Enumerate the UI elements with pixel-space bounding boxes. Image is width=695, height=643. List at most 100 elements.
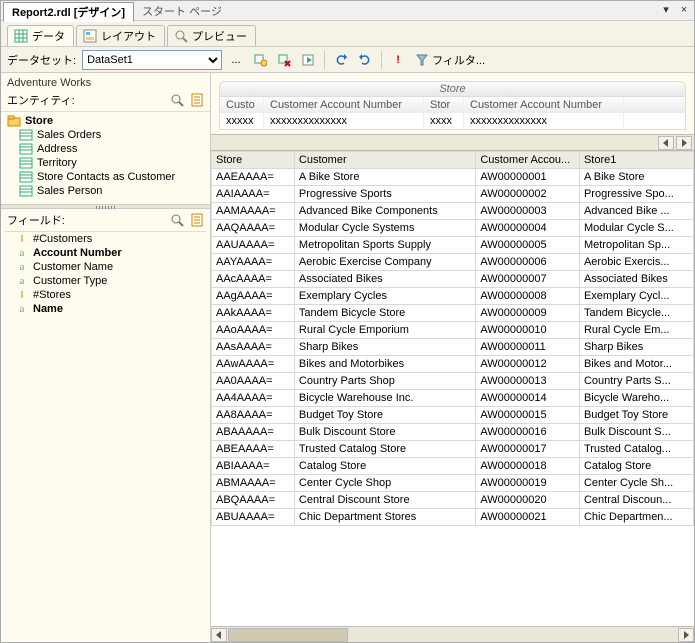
table-row[interactable]: ABUAAAA=Chic Department StoresAW00000021… bbox=[212, 509, 694, 526]
tree-item-label: Store Contacts as Customer bbox=[37, 171, 175, 183]
tab-preview[interactable]: プレビュー bbox=[167, 25, 256, 46]
field-account-number[interactable]: aAccount Number bbox=[5, 246, 206, 260]
close-tab-button[interactable]: × bbox=[676, 3, 692, 19]
tab-layout[interactable]: レイアウト bbox=[76, 25, 165, 46]
table-cell: AAoAAAA= bbox=[212, 322, 295, 339]
table-cell: Catalog Store bbox=[579, 458, 693, 475]
dataset-edit-button[interactable]: ... bbox=[226, 50, 246, 70]
table-row[interactable]: AAcAAAA=Associated BikesAW00000007Associ… bbox=[212, 271, 694, 288]
table-row[interactable]: AAIAAAA=Progressive SportsAW00000002Prog… bbox=[212, 186, 694, 203]
tree-item-territory[interactable]: Territory bbox=[5, 156, 206, 170]
table-row[interactable]: AAgAAAA=Exemplary CyclesAW00000008Exempl… bbox=[212, 288, 694, 305]
tab-data[interactable]: データ bbox=[7, 25, 74, 46]
fields-panel: フィールド: #CustomersaAccount NumberaCustome… bbox=[1, 209, 210, 642]
grid-scroll-left[interactable] bbox=[658, 136, 674, 150]
horizontal-scrollbar[interactable] bbox=[211, 626, 694, 642]
delete-dataset-button[interactable] bbox=[274, 50, 294, 70]
fields-search-button[interactable] bbox=[170, 213, 184, 227]
table-row[interactable]: AAUAAAA=Metropolitan Sports SupplyAW0000… bbox=[212, 237, 694, 254]
tree-item-sales-orders[interactable]: Sales Orders bbox=[5, 128, 206, 142]
qd-cell-custo[interactable]: xxxxx bbox=[220, 113, 264, 129]
delete-icon bbox=[277, 53, 291, 67]
table-row[interactable]: ABAAAAA=Bulk Discount StoreAW00000016Bul… bbox=[212, 424, 694, 441]
redo-button[interactable] bbox=[355, 50, 375, 70]
query-design-header-row: Custo Customer Account Number Stor Custo… bbox=[220, 97, 685, 113]
grid-scroll-right[interactable] bbox=[676, 136, 692, 150]
table-row[interactable]: AAYAAAA=Aerobic Exercise CompanyAW000000… bbox=[212, 254, 694, 271]
qd-head-can[interactable]: Customer Account Number bbox=[264, 97, 424, 113]
column-header[interactable]: Store bbox=[212, 152, 295, 169]
qd-cell-stor[interactable]: xxxx bbox=[424, 113, 464, 129]
hscroll-right[interactable] bbox=[678, 628, 694, 642]
table-row[interactable]: AAwAAAA=Bikes and MotorbikesAW00000012Bi… bbox=[212, 356, 694, 373]
table-cell: Chic Departmen... bbox=[579, 509, 693, 526]
hscroll-left[interactable] bbox=[211, 628, 227, 642]
entity-search-button[interactable] bbox=[170, 93, 184, 107]
field-name[interactable]: aName bbox=[5, 302, 206, 316]
table-row[interactable]: AA0AAAA=Country Parts ShopAW00000013Coun… bbox=[212, 373, 694, 390]
table-cell: Progressive Sports bbox=[294, 186, 475, 203]
entity-tree[interactable]: StoreSales OrdersAddressTerritoryStore C… bbox=[1, 112, 210, 204]
document-tab-start[interactable]: スタート ページ bbox=[134, 2, 230, 20]
table-row[interactable]: AA4AAAA=Bicycle Warehouse Inc.AW00000014… bbox=[212, 390, 694, 407]
table-row[interactable]: AAkAAAA=Tandem Bicycle StoreAW00000009Ta… bbox=[212, 305, 694, 322]
results-grid[interactable]: StoreCustomerCustomer Accou...Store1 AAE… bbox=[211, 151, 694, 626]
tree-item-sales-person[interactable]: Sales Person bbox=[5, 184, 206, 198]
undo-button[interactable] bbox=[331, 50, 351, 70]
table-cell: Tandem Bicycle Store bbox=[294, 305, 475, 322]
qd-head-custo[interactable]: Custo bbox=[220, 97, 264, 113]
tree-item-address[interactable]: Address bbox=[5, 142, 206, 156]
column-header[interactable]: Customer bbox=[294, 152, 475, 169]
field--stores[interactable]: #Stores bbox=[5, 288, 206, 302]
refresh-fields-button[interactable] bbox=[250, 50, 270, 70]
triangle-left-icon bbox=[215, 631, 223, 639]
table-row[interactable]: AA8AAAA=Budget Toy StoreAW00000015Budget… bbox=[212, 407, 694, 424]
table-row[interactable]: ABEAAAA=Trusted Catalog StoreAW00000017T… bbox=[212, 441, 694, 458]
tree-item-store[interactable]: Store bbox=[5, 114, 206, 128]
horizontal-splitter[interactable] bbox=[1, 204, 210, 209]
field-customer-name[interactable]: aCustomer Name bbox=[5, 260, 206, 274]
query-design-grid: Custo Customer Account Number Stor Custo… bbox=[219, 97, 686, 130]
filter-button[interactable]: フィルタ... bbox=[412, 50, 489, 70]
undo-icon bbox=[334, 53, 348, 67]
table-cell: AW00000014 bbox=[476, 390, 580, 407]
field--customers[interactable]: #Customers bbox=[5, 232, 206, 246]
table-cell: Bicycle Wareho... bbox=[579, 390, 693, 407]
column-header[interactable]: Customer Accou... bbox=[476, 152, 580, 169]
run-button[interactable]: ! bbox=[388, 50, 408, 70]
table-cell: Associated Bikes bbox=[579, 271, 693, 288]
table-cell: Advanced Bike ... bbox=[579, 203, 693, 220]
tab-dropdown-button[interactable]: ▾ bbox=[658, 3, 674, 19]
sheet-icon bbox=[190, 213, 204, 227]
generic-tool-button[interactable] bbox=[298, 50, 318, 70]
table-cell: AW00000003 bbox=[476, 203, 580, 220]
table-row[interactable]: AAEAAAA=A Bike StoreAW00000001A Bike Sto… bbox=[212, 169, 694, 186]
table-row[interactable]: AAoAAAA=Rural Cycle EmporiumAW00000010Ru… bbox=[212, 322, 694, 339]
table-row[interactable]: AAMAAAA=Advanced Bike ComponentsAW000000… bbox=[212, 203, 694, 220]
fields-list[interactable]: #CustomersaAccount NumberaCustomer Namea… bbox=[5, 232, 206, 316]
document-tab-active[interactable]: Report2.rdl [デザイン] bbox=[3, 2, 134, 22]
tree-item-store-contacts-as-customer[interactable]: Store Contacts as Customer bbox=[5, 170, 206, 184]
table-row[interactable]: AAQAAAA=Modular Cycle SystemsAW00000004M… bbox=[212, 220, 694, 237]
table-row[interactable]: ABIAAAA=Catalog StoreAW00000018Catalog S… bbox=[212, 458, 694, 475]
table-icon bbox=[19, 129, 33, 141]
qd-head-stor[interactable]: Stor bbox=[424, 97, 464, 113]
qd-cell-can[interactable]: xxxxxxxxxxxxxx bbox=[264, 113, 424, 129]
table-cell: AW00000007 bbox=[476, 271, 580, 288]
entity-options-button[interactable] bbox=[190, 93, 204, 107]
table-row[interactable]: ABQAAAA=Central Discount StoreAW00000020… bbox=[212, 492, 694, 509]
table-cell: AW00000002 bbox=[476, 186, 580, 203]
fields-options-button[interactable] bbox=[190, 213, 204, 227]
qd-head-can2[interactable]: Customer Account Number bbox=[464, 97, 624, 113]
triangle-left-icon bbox=[662, 139, 670, 147]
field-customer-type[interactable]: aCustomer Type bbox=[5, 274, 206, 288]
search-icon bbox=[170, 93, 184, 107]
hscroll-track[interactable] bbox=[228, 628, 677, 642]
qd-cell-can2[interactable]: xxxxxxxxxxxxxx bbox=[464, 113, 624, 129]
table-cell: AW00000005 bbox=[476, 237, 580, 254]
table-row[interactable]: ABMAAAA=Center Cycle ShopAW00000019Cente… bbox=[212, 475, 694, 492]
table-row[interactable]: AAsAAAA=Sharp BikesAW00000011Sharp Bikes bbox=[212, 339, 694, 356]
dataset-select[interactable]: DataSet1 bbox=[82, 50, 222, 70]
column-header[interactable]: Store1 bbox=[579, 152, 693, 169]
hscroll-thumb[interactable] bbox=[228, 628, 348, 642]
